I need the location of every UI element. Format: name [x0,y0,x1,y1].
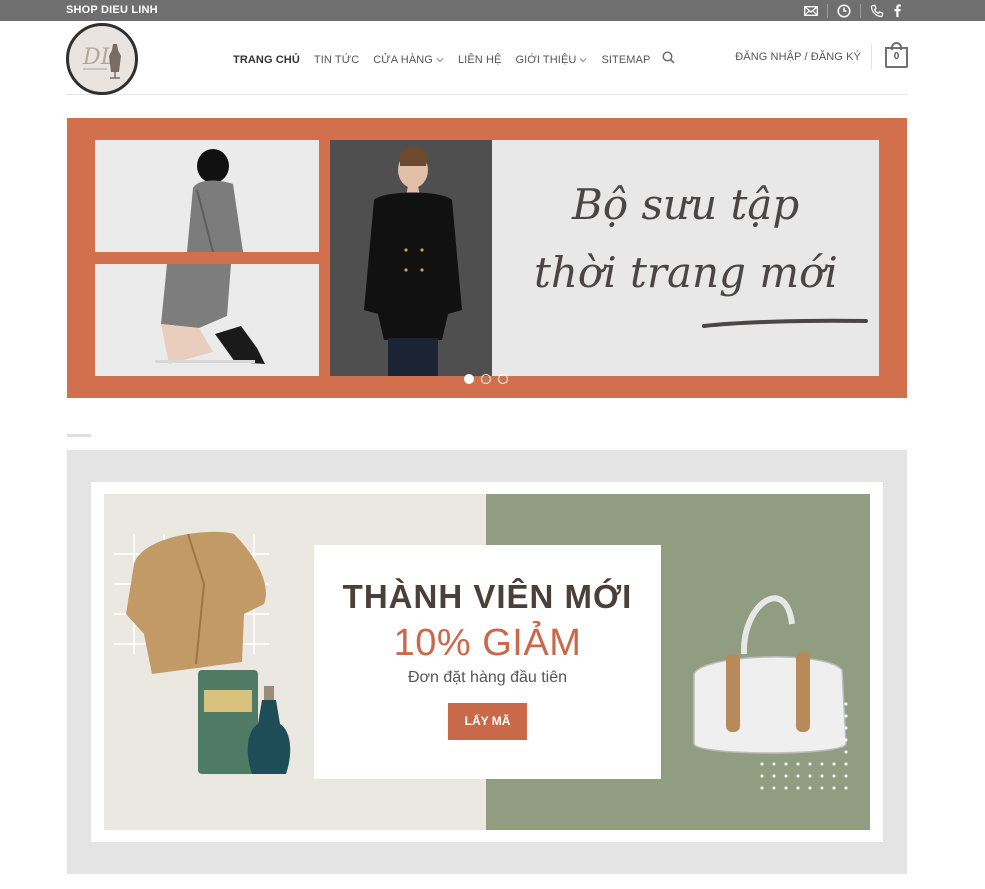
slider-pagination [464,374,515,384]
promo-section: THÀNH VIÊN MỚI 10% GIẢM Đơn đặt hàng đầu… [67,450,907,874]
divider [860,3,861,18]
slider-dot-3[interactable] [498,374,508,384]
nav-item-trang-chu[interactable]: TRANG CHỦ [233,54,300,66]
top-bar: SHOP DIEU LINH [0,0,985,21]
shop-name: SHOP DIEU LINH [66,4,158,16]
hero-heading-line1: Bộ sưu tập [572,180,800,229]
phone-icon[interactable] [867,3,887,19]
nav-label: CỬA HÀNG [373,54,433,66]
nav-item-gioi-thieu[interactable]: GIỚI THIỆU [515,54,587,66]
divider [871,44,872,70]
hero-image-model-top [95,140,319,252]
clock-icon[interactable] [834,3,854,19]
cart-count: 0 [893,51,900,62]
main-nav: TRANG CHỦ TIN TỨC CỬA HÀNG LIÊN HỆ GIỚI … [233,51,675,69]
login-register-link[interactable]: ĐĂNG NHẬP / ĐĂNG KÝ [735,51,861,63]
chevron-down-icon [579,56,587,65]
mail-icon[interactable] [801,3,821,19]
nav-item-lien-he[interactable]: LIÊN HỆ [458,54,502,66]
promo-subtitle: Đơn đặt hàng đầu tiên [407,669,568,686]
site-header: DL TRANG CHỦ TIN TỨC CỬA HÀNG LIÊN HỆ GI… [66,21,908,95]
promo-card: THÀNH VIÊN MỚI 10% GIẢM Đơn đặt hàng đầu… [314,545,661,779]
cart-button[interactable]: 0 [885,42,908,68]
hero-heading-line2: thời trang mới [534,248,838,297]
search-icon[interactable] [662,51,675,69]
get-code-button[interactable]: LẤY MÃ [448,703,527,740]
facebook-icon[interactable] [887,3,907,19]
brush-stroke-decoration [702,318,868,328]
nav-label: SITEMAP [601,54,651,66]
promo-discount: 10% GIẢM [393,622,582,664]
slider-dot-2[interactable] [481,374,491,384]
slider-dot-1[interactable] [464,374,474,384]
nav-label: TIN TỨC [313,54,360,66]
top-bar-icons [801,2,907,19]
nav-item-cua-hang[interactable]: CỬA HÀNG [373,54,444,66]
hero-slider[interactable]: Bộ sưu tập thời trang mới [67,118,907,398]
nav-item-tin-tuc[interactable]: TIN TỨC [314,54,359,66]
divider [827,3,828,18]
nav-label: GIỚI THIỆU [515,54,577,66]
hero-text-panel: Bộ sưu tập thời trang mới [492,140,879,376]
nav-item-sitemap[interactable]: SITEMAP [601,54,650,66]
chevron-down-icon [436,56,444,65]
promo-banner[interactable]: THÀNH VIÊN MỚI 10% GIẢM Đơn đặt hàng đầu… [91,482,883,842]
section-divider [67,434,91,437]
hero-image-model-blazer [330,140,492,376]
nav-label: TRANG CHỦ [233,54,300,66]
hero-image-model-kneeling [95,264,319,376]
nav-label: LIÊN HỆ [457,54,502,66]
site-logo[interactable]: DL [66,23,138,95]
promo-title: THÀNH VIÊN MỚI [342,578,633,615]
